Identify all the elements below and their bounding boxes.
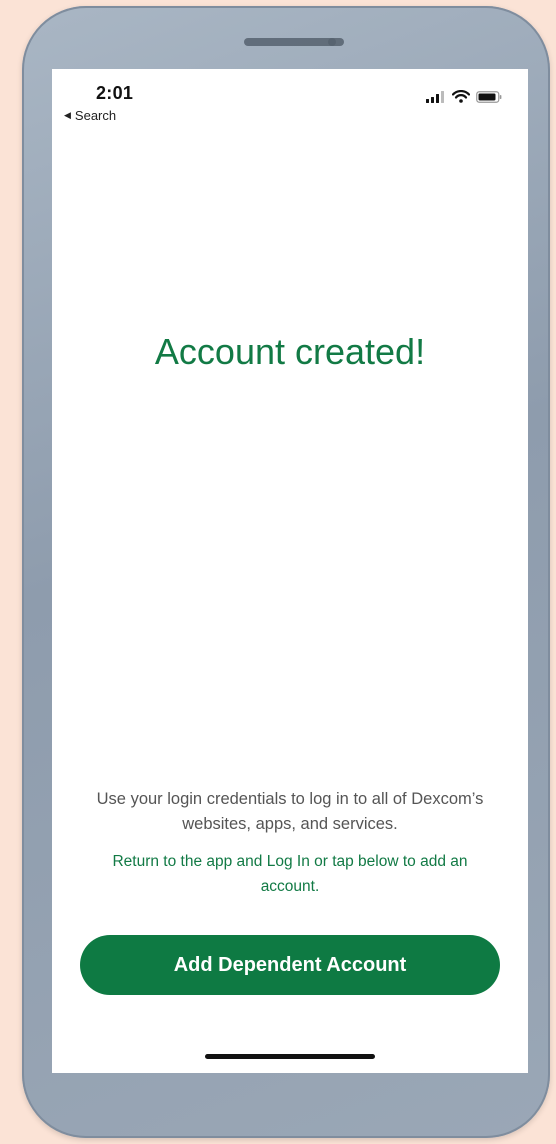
login-info-text: Use your login credentials to log in to … (96, 790, 484, 833)
back-label: Search (74, 108, 117, 123)
status-time: 2:01 (96, 83, 134, 103)
add-dependent-account-button[interactable]: Add Dependent Account (80, 935, 500, 995)
back-to-search-link[interactable]: ◀ Search (64, 108, 116, 123)
battery-icon (476, 90, 502, 103)
status-icons (426, 90, 502, 103)
page-title: Account created! (154, 331, 426, 372)
cellular-signal-icon (426, 90, 444, 103)
wifi-icon (452, 90, 470, 103)
phone-screen: 2:01 ◀ Search Account created! Use your … (52, 69, 528, 1073)
home-indicator[interactable] (205, 1054, 375, 1059)
return-prompt-text: Return to the app and Log In or tap belo… (112, 853, 468, 895)
phone-frame: 2:01 ◀ Search Account created! Use your … (22, 6, 550, 1138)
back-triangle-icon: ◀ (64, 110, 71, 120)
phone-camera (328, 38, 336, 46)
